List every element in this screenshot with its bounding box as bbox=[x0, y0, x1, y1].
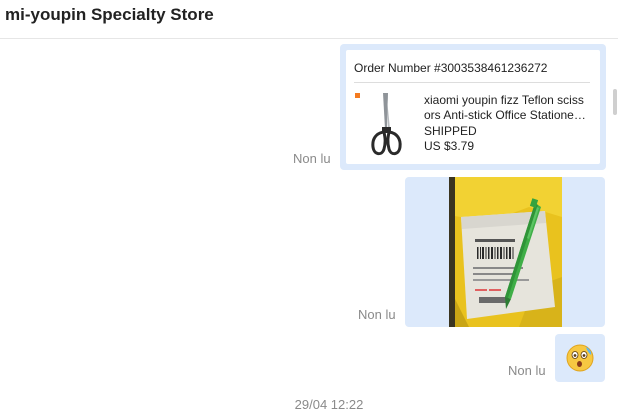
chat-header: mi-youpin Specialty Store bbox=[0, 0, 618, 39]
divider bbox=[354, 82, 590, 83]
read-status: Non lu bbox=[293, 151, 331, 166]
scrollbar-thumb[interactable] bbox=[613, 89, 617, 115]
message-timestamp: 29/04 12:22 bbox=[294, 397, 364, 412]
image-message-bubble[interactable] bbox=[405, 177, 605, 327]
emoji-message-bubble[interactable] bbox=[555, 334, 605, 382]
store-title: mi-youpin Specialty Store bbox=[5, 5, 214, 24]
order-card[interactable]: Order Number #3003538461236272 xiaomi yo… bbox=[346, 50, 600, 164]
surprised-face-emoji bbox=[566, 344, 594, 372]
order-status: SHIPPED bbox=[424, 124, 477, 138]
order-price: US $3.79 bbox=[424, 139, 475, 153]
read-status: Non lu bbox=[358, 307, 396, 322]
product-name[interactable]: xiaomi youpin fizz Teflon sciss ors Anti… bbox=[424, 93, 592, 123]
read-status: Non lu bbox=[508, 363, 546, 378]
store-badge-icon bbox=[355, 93, 360, 98]
order-message-bubble[interactable]: Order Number #3003538461236272 xiaomi yo… bbox=[340, 44, 606, 170]
scissors-icon[interactable] bbox=[368, 89, 404, 159]
order-number: Order Number #3003538461236272 bbox=[354, 61, 548, 75]
green-pen-on-package-photo[interactable] bbox=[449, 177, 562, 327]
message-list[interactable]: Non lu Order Number #3003538461236272 xi… bbox=[0, 39, 618, 420]
